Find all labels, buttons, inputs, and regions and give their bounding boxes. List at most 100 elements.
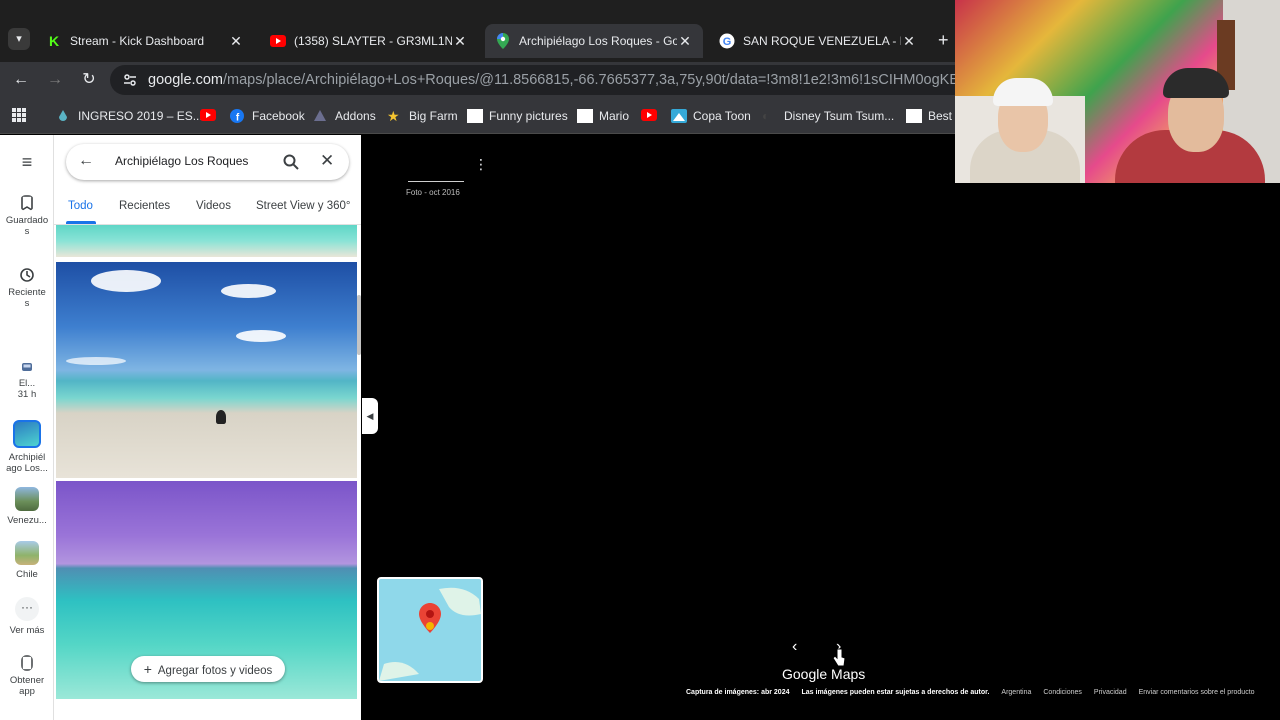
bookmark-addons[interactable]: Addons xyxy=(313,106,376,126)
close-icon[interactable]: ✕ xyxy=(320,151,334,171)
close-icon[interactable]: ✕ xyxy=(677,33,693,50)
bookmark-funny-pictures[interactable]: Funny pictures xyxy=(467,106,568,126)
place-thumb-icon xyxy=(13,420,41,448)
terms-link[interactable]: Condiciones xyxy=(1043,689,1082,699)
active-tab-indicator xyxy=(66,221,96,224)
tab-title: (1358) SLAYTER - GR3ML1N 🐊 xyxy=(294,34,452,48)
place-photos-panel: ← Archipiélago Los Roques ✕ Todo Recient… xyxy=(54,135,361,720)
rail-item-los-roques[interactable]: Archipiél ago Los... xyxy=(0,420,54,474)
phone-icon xyxy=(21,655,33,671)
add-photos-button[interactable]: + Agregar fotos y videos xyxy=(131,656,285,682)
toon-icon xyxy=(671,109,687,123)
tab-videos[interactable]: Videos xyxy=(196,200,231,212)
address-bar[interactable]: google.com/maps/place/Archipiélago+Los+R… xyxy=(110,65,970,95)
rail-item-more[interactable]: ··· Ver más xyxy=(0,597,54,636)
menu-icon[interactable]: ≡ xyxy=(0,153,54,171)
rail-item-saved[interactable]: Guardado s xyxy=(0,195,54,237)
privacy-link[interactable]: Privacidad xyxy=(1094,689,1127,699)
tab-recientes[interactable]: Recientes xyxy=(119,200,170,212)
close-icon[interactable]: ✕ xyxy=(228,33,244,50)
tab-title: Archipiélago Los Roques - Goo xyxy=(519,34,677,48)
rail-label: Chile xyxy=(16,569,38,580)
rail-item-recents[interactable]: Reciente s xyxy=(0,267,54,309)
page-icon xyxy=(577,109,593,123)
close-icon[interactable]: ✕ xyxy=(901,33,917,50)
facebook-icon: f xyxy=(230,109,246,124)
bookmark-label: Big Farm xyxy=(409,109,458,123)
tab-street-view[interactable]: Street View y 360° xyxy=(256,200,351,212)
rail-item-venezuela[interactable]: Venezu... xyxy=(0,487,54,526)
rail-label: Archipiél ago Los... xyxy=(6,452,48,474)
rail-item-chile[interactable]: Chile xyxy=(0,541,54,580)
bookmark-label: Addons xyxy=(335,109,376,123)
rail-item-get-app[interactable]: Obtener app xyxy=(0,655,54,697)
rail-label: El... 31 h xyxy=(17,378,37,400)
search-box[interactable]: ← Archipiélago Los Roques ✕ xyxy=(66,144,349,180)
new-tab-button[interactable]: + xyxy=(938,30,949,51)
bookmark-label: Funny pictures xyxy=(489,109,568,123)
bookmark-icon xyxy=(21,195,33,211)
close-icon[interactable]: ✕ xyxy=(452,33,468,50)
bookmark-copa-toon[interactable]: Copa Toon xyxy=(671,106,751,126)
page-icon xyxy=(906,109,922,123)
feedback-link[interactable]: Enviar comentarios sobre el producto xyxy=(1139,689,1255,699)
photo-thumbnail[interactable] xyxy=(56,225,357,257)
bookmark-label: Disney Tsum Tsum... xyxy=(784,109,895,123)
history-icon xyxy=(20,268,34,282)
search-icon[interactable] xyxy=(282,153,300,171)
drop-icon xyxy=(56,109,72,123)
reload-icon[interactable]: ↻ xyxy=(78,69,100,91)
rail-label: Venezu... xyxy=(7,515,47,526)
kick-icon: K xyxy=(48,33,60,49)
forward-icon[interactable]: → xyxy=(44,69,66,91)
bookmark-youtube[interactable] xyxy=(200,106,222,126)
minimap[interactable] xyxy=(377,577,483,683)
url-path: /maps/place/Archipiélago+Los+Roques/@11.… xyxy=(222,72,970,88)
copyright-notice: Las imágenes pueden estar sujetas a dere… xyxy=(801,689,990,696)
car-icon xyxy=(22,363,32,371)
black-cap xyxy=(1163,68,1229,98)
map-footer: Captura de imágenes: abr 2024 Las imágen… xyxy=(686,689,1255,699)
rail-label: Reciente s xyxy=(8,287,46,309)
bookmark-facebook[interactable]: f Facebook xyxy=(230,106,305,126)
bookmark-big-farm[interactable]: ★ Big Farm xyxy=(387,106,458,126)
bird-figure xyxy=(216,410,226,424)
bookmark-best[interactable]: Best v xyxy=(906,106,961,126)
bookmark-disney-tsum[interactable]: ◐ Disney Tsum Tsum... xyxy=(762,106,894,126)
bookmark-mario[interactable]: Mario xyxy=(577,106,629,126)
screen: ▾ K Stream - Kick Dashboard ✕ (1358) SLA… xyxy=(0,0,1280,720)
tab-youtube[interactable]: (1358) SLAYTER - GR3ML1N 🐊 ✕ xyxy=(260,24,478,58)
tab-title: Stream - Kick Dashboard xyxy=(70,34,205,48)
site-info-icon[interactable] xyxy=(122,72,138,88)
tab-google-search[interactable]: G SAN ROQUE VENEZUELA - Bus ✕ xyxy=(709,24,927,58)
back-icon[interactable]: ← xyxy=(10,69,32,91)
apps-grid-icon[interactable] xyxy=(12,108,26,122)
collapse-panel-button[interactable]: ◀ xyxy=(362,398,378,434)
rail-label: Guardado s xyxy=(5,215,49,237)
search-input[interactable]: Archipiélago Los Roques xyxy=(115,154,248,168)
bookmark-youtube-2[interactable] xyxy=(641,106,663,126)
tab-google-maps[interactable]: Archipiélago Los Roques - Goo ✕ xyxy=(485,24,703,58)
panel-scrollbar[interactable] xyxy=(357,295,361,355)
tab-search-menu-button[interactable]: ▾ xyxy=(8,28,30,50)
google-maps-logo: Google Maps xyxy=(782,666,866,682)
bookmark-label: Copa Toon xyxy=(693,109,751,123)
rail-label: Obtener app xyxy=(9,675,45,697)
add-photos-label: Agregar fotos y videos xyxy=(157,665,273,677)
youtube-icon xyxy=(641,109,657,123)
photo-thumbnail[interactable] xyxy=(56,262,357,478)
star-icon: ★ xyxy=(387,108,400,124)
bookmark-label: INGRESO 2019 – ES... xyxy=(78,109,203,123)
tab-todo[interactable]: Todo xyxy=(68,200,93,212)
country-link[interactable]: Argentina xyxy=(1001,689,1031,699)
more-options-icon[interactable]: ⋮ xyxy=(474,156,488,173)
bookmark-ingreso[interactable]: INGRESO 2019 – ES... xyxy=(56,106,203,126)
rail-item-route[interactable]: El... 31 h xyxy=(0,360,54,400)
bookmark-label: Mario xyxy=(599,109,630,123)
back-arrow-icon[interactable]: ← xyxy=(78,152,94,170)
tab-kick-dashboard[interactable]: K Stream - Kick Dashboard ✕ xyxy=(36,24,254,58)
addon-icon xyxy=(313,109,329,123)
previous-photo-icon[interactable]: ‹ xyxy=(792,638,797,656)
disney-icon: ◐ xyxy=(762,109,770,123)
url-host: google.com xyxy=(148,72,223,88)
